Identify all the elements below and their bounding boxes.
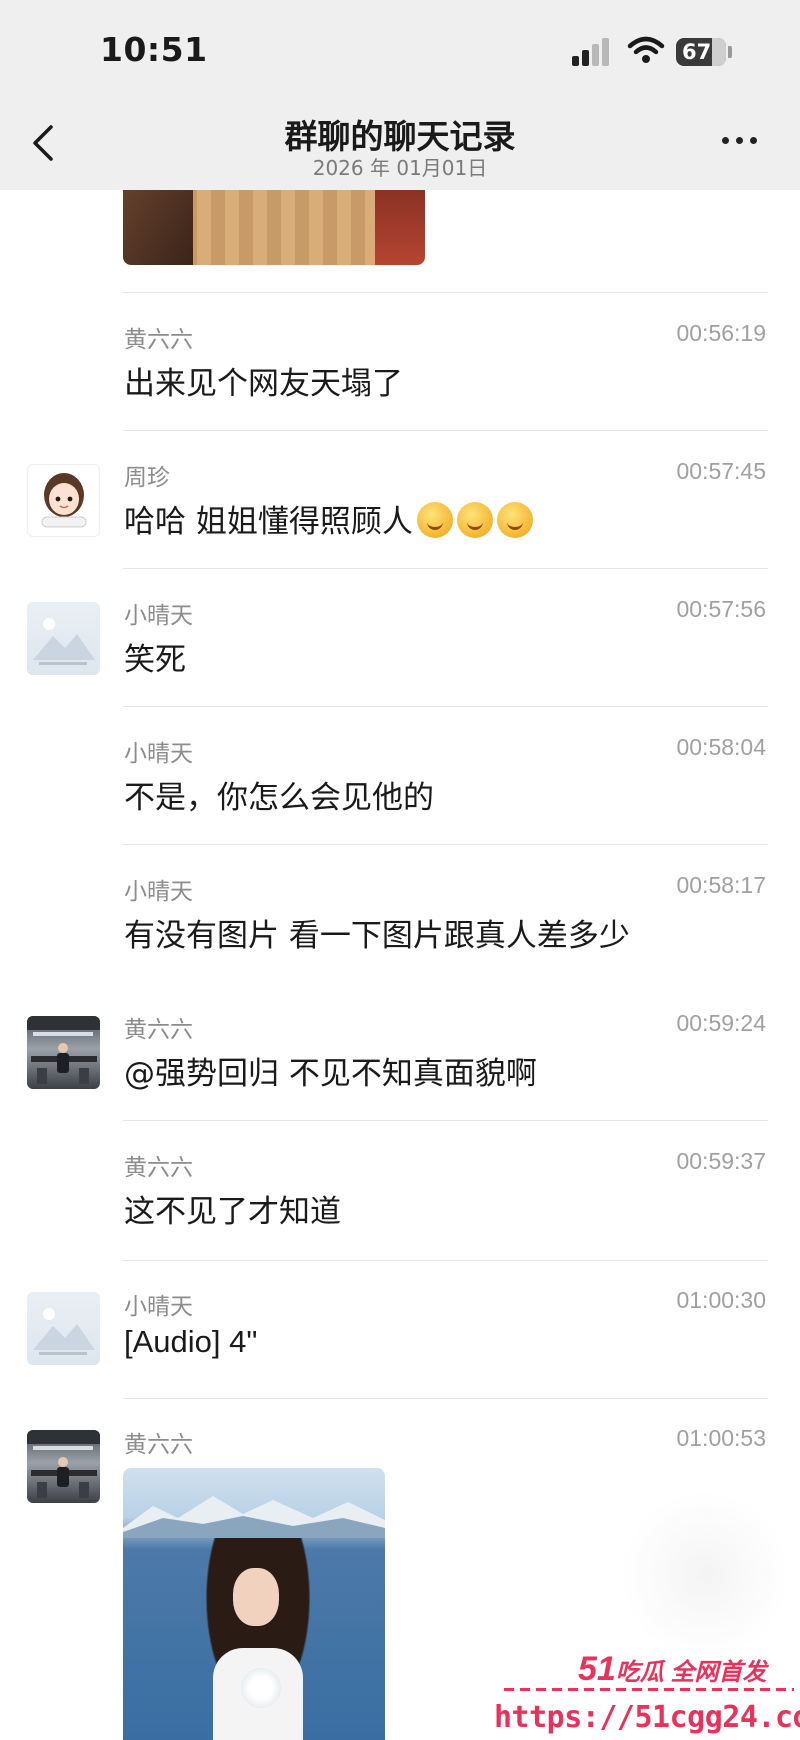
message-time: 00:59:24 [676,1010,766,1036]
message-time: 00:56:19 [676,320,766,346]
watermark-url: https://51cgg24.com [494,1700,800,1735]
divider [123,1398,768,1399]
message-time: 00:59:37 [676,1148,766,1174]
sender-name: 小晴天 [124,603,193,629]
audio-message[interactable]: [Audio] 4" [124,1324,257,1360]
mountain-backdrop [123,1496,385,1538]
page-title: 群聊的聊天记录 [284,117,516,156]
shared-photo[interactable] [123,1468,385,1740]
divider [123,430,768,431]
divider [123,844,768,845]
more-dot-icon [736,136,743,144]
sender-name: 黄六六 [124,327,193,353]
placeholder-image-icon [33,618,95,665]
avatar[interactable] [27,1430,100,1503]
more-options-button[interactable] [722,130,768,150]
watermark-number: 51 [578,1650,616,1688]
message-text: 出来见个网友天塌了 [124,366,403,402]
watermark-text: 吃瓜 全网首发 [615,1659,767,1686]
divider [123,568,768,569]
sender-name: 周珍 [124,465,170,491]
page-subtitle: 2026 年 01月01日 [312,156,488,180]
sender-name: 小晴天 [124,879,193,905]
divider [123,706,768,707]
avatar[interactable] [27,1292,100,1365]
sender-name: 黄六六 [124,1155,193,1181]
message-text: 这不见了才知道 [124,1194,341,1230]
message-text: 哈哈 姐姐懂得照顾人 [124,496,533,541]
cellular-signal-icon [572,38,614,66]
watermark-logo: 51吃瓜 全网首发 [578,1650,767,1689]
battery-icon: 67 [676,38,726,66]
shy-emoji-icon [416,502,453,538]
message-time: 01:00:53 [676,1425,766,1451]
placeholder-image-icon [33,1308,95,1355]
battery-level: 67 [682,40,712,64]
shy-emoji-icon [496,502,533,538]
sender-name: 黄六六 [124,1017,193,1043]
avatar[interactable] [27,602,100,675]
message-text: 有没有图片 看一下图片跟真人差多少 [124,918,630,954]
battery-nub [728,46,732,58]
sender-name: 小晴天 [124,741,193,767]
message-time: 00:58:04 [676,734,766,760]
cartoon-girl-icon [41,473,87,528]
message-text: @强势回归 不见不知真面貌啊 [124,1056,537,1092]
message-text-content: 哈哈 姐姐懂得照顾人 [124,504,413,540]
wifi-icon [627,36,665,63]
message-text: 笑死 [124,642,186,678]
top-bar: 10:51 67 群聊的聊天记录 2026 年 01月01日 [0,0,800,190]
message-time: 00:58:17 [676,872,766,898]
message-time: 00:57:56 [676,596,766,622]
more-dot-icon [750,136,757,144]
more-dot-icon [722,136,729,144]
status-time: 10:51 [100,30,208,69]
lily-flower [241,1668,281,1708]
message-text: 不是，你怎么会见他的 [124,780,434,816]
sender-name: 小晴天 [124,1294,193,1320]
divider [123,1260,768,1261]
gym-photo-icon [27,1016,100,1084]
divider [123,292,768,293]
avatar[interactable] [27,1016,100,1089]
gym-photo-icon [27,1430,100,1498]
watermark-divider [504,1688,794,1691]
divider [123,1120,768,1121]
shy-emoji-icon [456,502,493,538]
message-time: 00:57:45 [676,458,766,484]
sender-name: 黄六六 [124,1432,193,1458]
message-time: 01:00:30 [676,1287,766,1313]
avatar[interactable] [27,464,100,537]
photo-content [233,1568,279,1626]
blurred-area [620,1490,790,1660]
chat-history-list[interactable]: 黄六六 00:56:19 出来见个网友天塌了 周珍 00:57:45 哈哈 姐姐… [0,0,800,1740]
